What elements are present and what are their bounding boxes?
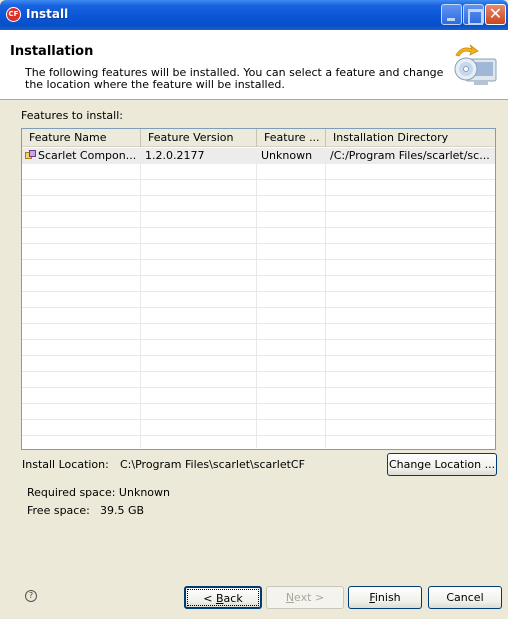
next-label-rest: ext > xyxy=(294,591,325,604)
close-button[interactable]: ✕ xyxy=(485,4,506,25)
page-description: The following features will be installed… xyxy=(25,66,444,91)
back-label-mnemonic: B xyxy=(216,592,224,605)
column-header-feature-name[interactable]: Feature Name xyxy=(22,129,141,147)
back-label-prefix: < xyxy=(203,592,216,605)
column-divider xyxy=(140,148,141,448)
cancel-button[interactable]: Cancel xyxy=(428,586,502,609)
feature-plugin-icon xyxy=(25,150,36,159)
table-row[interactable]: Scarlet Compon... 1.2.0.2177 Unknown /C:… xyxy=(22,148,495,164)
column-header-feature-version[interactable]: Feature Version xyxy=(141,129,257,147)
change-location-button[interactable]: Change Location ... xyxy=(387,453,497,476)
cell-installation-directory: /C:/Program Files/scarlet/sc... xyxy=(330,149,490,162)
column-divider xyxy=(325,148,326,448)
window-title: Install xyxy=(26,7,69,21)
column-header-feature[interactable]: Feature ... xyxy=(257,129,326,147)
feature-name-text: Scarlet Compon... xyxy=(38,149,137,162)
help-icon[interactable]: ? xyxy=(25,590,37,602)
minimize-button[interactable] xyxy=(441,4,462,25)
finish-button[interactable]: Finish xyxy=(348,586,422,609)
install-cd-icon xyxy=(454,44,497,85)
close-icon: ✕ xyxy=(488,4,503,23)
cell-feature-name: Scarlet Compon... xyxy=(22,148,140,164)
column-divider xyxy=(256,148,257,448)
features-to-install-label: Features to install: xyxy=(21,109,123,122)
free-space-value: 39.5 GB xyxy=(100,504,145,517)
back-label-rest: ack xyxy=(223,592,243,605)
install-dialog: CF Install ✕ Installation The following … xyxy=(0,0,508,619)
free-space-label: Free space: xyxy=(27,504,90,517)
install-location-value: C:\Program Files\scarlet\scarletCF xyxy=(120,458,305,471)
next-button: Next > xyxy=(266,586,344,609)
header-banner: Installation The following features will… xyxy=(0,30,508,100)
required-space-text: Required space: Unknown xyxy=(27,486,170,499)
next-label-mnemonic: N xyxy=(285,591,295,604)
table-grid xyxy=(22,148,495,448)
finish-label-rest: inish xyxy=(374,591,401,604)
title-bar[interactable]: CF Install ✕ xyxy=(0,0,508,30)
back-button[interactable]: < Back xyxy=(184,586,262,609)
cell-feature: Unknown xyxy=(261,149,313,162)
features-table[interactable]: Feature Name Feature Version Feature ...… xyxy=(21,128,496,450)
maximize-button[interactable] xyxy=(463,4,484,25)
app-icon: CF xyxy=(6,7,21,22)
table-header: Feature Name Feature Version Feature ...… xyxy=(22,129,495,147)
column-header-installation-directory[interactable]: Installation Directory xyxy=(326,129,495,147)
install-location-label: Install Location: xyxy=(22,458,109,471)
cell-feature-version: 1.2.0.2177 xyxy=(145,149,205,162)
page-title: Installation xyxy=(10,44,94,59)
